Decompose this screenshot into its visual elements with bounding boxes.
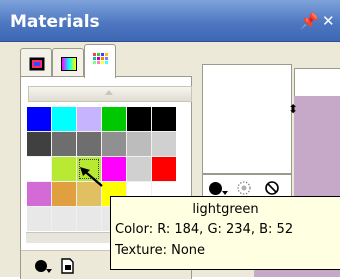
foreground-swatch[interactable] xyxy=(202,64,292,174)
color-swatch[interactable] xyxy=(27,182,51,206)
swap-small-icon[interactable]: ⬍ xyxy=(288,102,298,116)
tab-frame[interactable] xyxy=(20,48,52,77)
color-swatch[interactable] xyxy=(77,107,101,131)
solid-style-button[interactable] xyxy=(205,179,228,197)
mouse-pointer-icon xyxy=(80,167,103,187)
background-material-fill xyxy=(294,96,340,148)
tab-swatches[interactable] xyxy=(84,44,116,78)
color-swatch[interactable] xyxy=(77,132,101,156)
palette-titlebar[interactable]: Materials 📌 ✕ xyxy=(0,0,340,42)
color-swatch[interactable] xyxy=(52,182,76,206)
color-swatch[interactable] xyxy=(127,157,151,181)
color-swatch[interactable] xyxy=(27,107,51,131)
color-swatch[interactable] xyxy=(52,132,76,156)
pin-icon[interactable]: 📌 xyxy=(300,12,319,30)
dropdown-arrow-icon xyxy=(46,269,52,273)
texture-style-icon[interactable] xyxy=(233,179,255,197)
style-solid-button[interactable] xyxy=(31,257,52,275)
color-swatch[interactable] xyxy=(102,157,126,181)
new-swatch-icon[interactable] xyxy=(57,257,77,275)
color-swatch[interactable] xyxy=(27,157,51,181)
transparent-style-icon[interactable] xyxy=(261,179,283,197)
color-swatch[interactable] xyxy=(52,157,76,181)
color-swatch[interactable] xyxy=(27,207,51,231)
materials-palette: Materials 📌 ✕ ⬍ lightgreen Color: R: 184… xyxy=(0,0,340,279)
dropdown-arrow-icon xyxy=(222,191,228,195)
color-swatch[interactable] xyxy=(102,107,126,131)
frame-tab-icon xyxy=(29,57,45,71)
background-material-strip xyxy=(294,148,340,203)
palette-title: Materials xyxy=(10,12,100,32)
color-swatch[interactable] xyxy=(77,207,101,231)
color-swatch[interactable] xyxy=(27,132,51,156)
tooltip-color-values: Color: R: 184, G: 234, B: 52 xyxy=(115,222,294,237)
tab-gradient[interactable] xyxy=(52,48,84,77)
color-swatch[interactable] xyxy=(127,132,151,156)
color-swatch[interactable] xyxy=(52,107,76,131)
material-tabs xyxy=(20,44,190,78)
swatch-scroll-up[interactable] xyxy=(28,86,192,102)
tooltip-color-name: lightgreen xyxy=(192,202,259,217)
swatches-tab-icon xyxy=(93,53,108,64)
color-swatch[interactable] xyxy=(152,107,176,131)
gradient-tab-icon xyxy=(61,57,77,71)
color-swatch[interactable] xyxy=(152,132,176,156)
tooltip-texture: Texture: None xyxy=(115,243,206,258)
scroll-up-arrow-icon xyxy=(105,90,113,95)
swatch-tooltip: lightgreen Color: R: 184, G: 234, B: 52 … xyxy=(110,196,340,270)
close-icon[interactable]: ✕ xyxy=(322,12,335,30)
color-swatch[interactable] xyxy=(102,132,126,156)
color-swatch[interactable] xyxy=(52,207,76,231)
color-swatch[interactable] xyxy=(152,157,176,181)
solid-style-icon xyxy=(209,182,222,195)
color-swatch[interactable] xyxy=(127,107,151,131)
